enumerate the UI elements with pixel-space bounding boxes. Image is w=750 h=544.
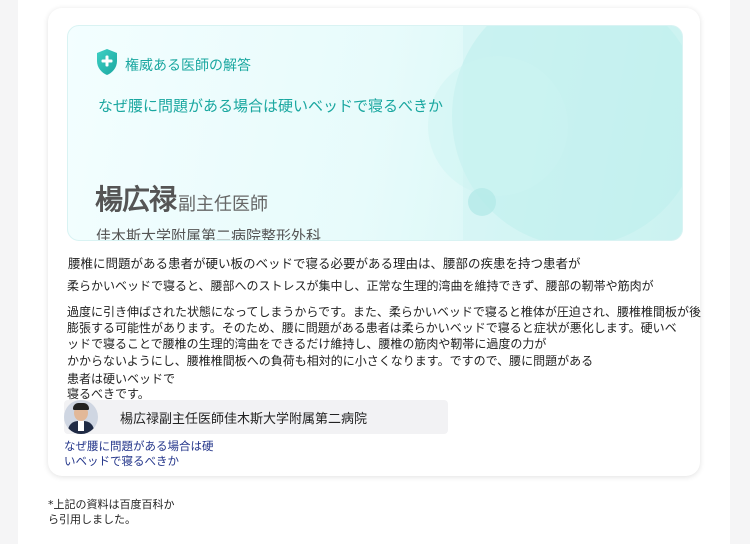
- author-chip[interactable]: 楊広禄副主任医師佳木斯大学附属第二病院: [64, 400, 448, 434]
- page: 権威ある医師の解答 なぜ腰に問題がある場合は硬いベッドで寝るべきか 楊広禄 副主…: [18, 0, 730, 544]
- answer-text-line: 腰椎に問題がある患者が硬い板のベッドで寝る必要がある理由は、腰部の疾患を持つ患者…: [68, 256, 581, 271]
- answer-text-line: 過度に引き伸ばされた状態になってしまうからです。また、柔らかいベッドで寝ると椎体…: [67, 305, 701, 319]
- author-chip-label: 楊広禄副主任医師佳木斯大学附属第二病院: [120, 412, 368, 427]
- doctor-title: 副主任医師: [178, 194, 268, 215]
- answer-text-line: 膨張する可能性があります。そのため、腰に問題がある患者は柔らかいベッドで寝ると症…: [67, 321, 677, 335]
- answer-text-line: かからないようにし、腰椎椎間板への負荷も相対的に小さくなります。ですので、腰に問…: [67, 354, 594, 368]
- doctor-hospital: 佳木斯大学附属第二病院整形外科: [96, 227, 322, 241]
- question-title: なぜ腰に問題がある場合は硬いベッドで寝るべきか: [98, 97, 444, 115]
- related-question-link[interactable]: なぜ腰に問題がある場合は硬: [64, 439, 214, 454]
- doctor-banner: 権威ある医師の解答 なぜ腰に問題がある場合は硬いベッドで寝るべきか 楊広禄 副主…: [67, 25, 683, 241]
- answer-text-line: ッドで寝ることで腰椎の生理的湾曲をできるだけ維持し、腰椎の筋肉や靭帯に過度の力が: [67, 337, 547, 351]
- answer-card: 権威ある医師の解答 なぜ腰に問題がある場合は硬いベッドで寝るべきか 楊広禄 副主…: [48, 8, 701, 476]
- related-question-link[interactable]: いベッドで寝るべきか: [64, 454, 179, 469]
- authority-badge-label: 権威ある医師の解答: [125, 58, 251, 74]
- avatar: [64, 400, 98, 434]
- banner-decoration-circle: [428, 56, 568, 196]
- source-footnote: *上記の資料は百度百科か: [48, 498, 175, 511]
- shield-plus-icon: [97, 49, 117, 75]
- doctor-name: 楊広禄: [95, 183, 177, 216]
- banner-decoration-dot: [468, 188, 496, 216]
- source-footnote: ら引用しました。: [48, 513, 136, 526]
- answer-text-line: 柔らかいベッドで寝ると、腰部へのストレスが集中し、正常な生理的湾曲を維持できず、…: [67, 279, 654, 293]
